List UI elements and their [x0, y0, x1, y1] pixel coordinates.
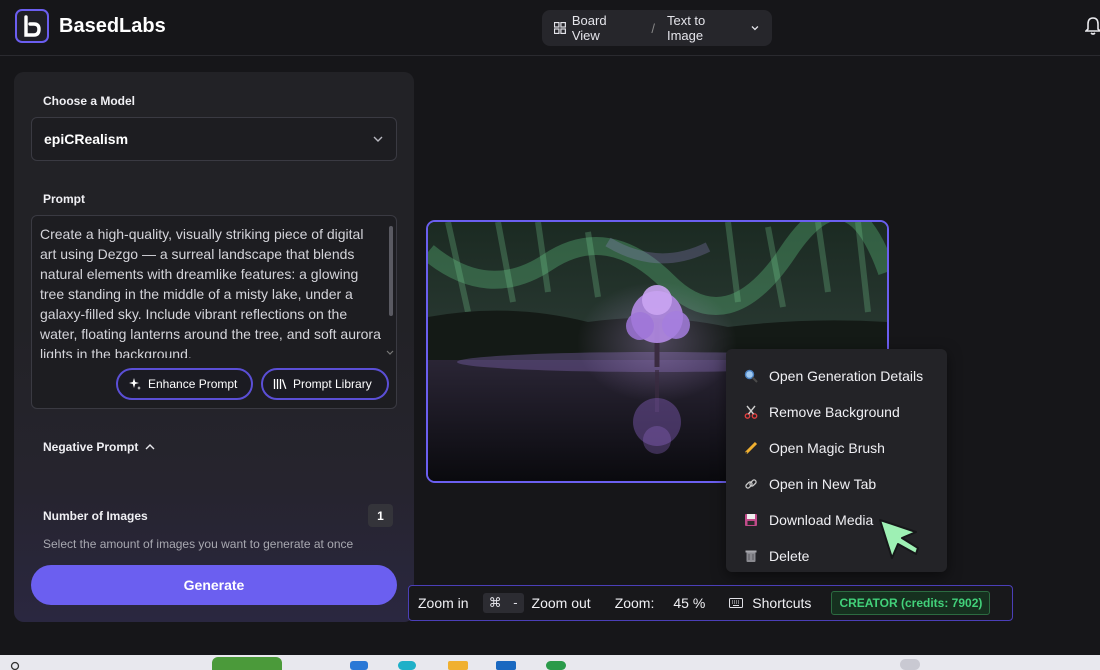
- zoom-value: 45 %: [673, 595, 706, 611]
- prompt-label: Prompt: [43, 192, 85, 206]
- enhance-prompt-label: Enhance Prompt: [148, 377, 238, 391]
- library-icon: [273, 379, 287, 390]
- prompt-library-button[interactable]: Prompt Library: [261, 368, 389, 400]
- creator-credits-badge[interactable]: CREATOR (credits: 7902): [831, 591, 991, 615]
- cmd-key-glyph: ⌘: [488, 595, 502, 610]
- board-view-button[interactable]: Board View: [554, 13, 637, 43]
- taskbar-app-icon[interactable]: [350, 661, 368, 670]
- model-select[interactable]: epiCRealism: [31, 117, 397, 161]
- chevron-up-icon: [145, 444, 155, 450]
- menu-item-label: Remove Background: [769, 404, 900, 420]
- board-view-label: Board View: [571, 13, 607, 43]
- bell-icon[interactable]: [1085, 16, 1100, 36]
- shortcuts-button[interactable]: Shortcuts: [729, 595, 811, 611]
- os-taskbar: [0, 655, 1100, 670]
- num-images-label: Number of Images: [43, 509, 148, 523]
- mouse-cursor-icon: [879, 519, 919, 559]
- prompt-library-label: Prompt Library: [293, 377, 372, 391]
- prompt-textarea[interactable]: Create a high-quality, visually striking…: [31, 215, 397, 409]
- weather-widget-icon[interactable]: [212, 657, 282, 670]
- notification-icon[interactable]: [900, 659, 920, 670]
- taskbar-app-icon[interactable]: [496, 661, 516, 670]
- chevron-down-icon: [751, 26, 759, 31]
- view-breadcrumb: Board View / Text to Image: [542, 10, 772, 46]
- enhance-prompt-button[interactable]: Enhance Prompt: [116, 368, 253, 400]
- search-icon[interactable]: [10, 661, 22, 670]
- menu-item-remove-background[interactable]: Remove Background: [726, 394, 947, 430]
- trash-icon: [743, 548, 759, 564]
- canvas-toolbar: Zoom in ⌘ - Zoom out Zoom: 45 % Shortcut…: [408, 585, 1013, 621]
- scissors-icon: [743, 404, 759, 420]
- taskbar-app-icon[interactable]: [448, 661, 468, 670]
- mode-label: Text to Image: [666, 13, 706, 43]
- app-name[interactable]: BasedLabs: [59, 15, 166, 38]
- num-images-helper: Select the amount of images you want to …: [43, 537, 354, 551]
- zoom-out-button[interactable]: Zoom out: [532, 595, 591, 611]
- model-label: Choose a Model: [43, 94, 136, 108]
- model-value: epiCRealism: [44, 131, 129, 147]
- chevron-down-icon: [373, 136, 383, 142]
- negative-prompt-label: Negative Prompt: [43, 440, 139, 454]
- prompt-text[interactable]: Create a high-quality, visually striking…: [40, 224, 382, 358]
- pencil-icon: [743, 440, 759, 456]
- breadcrumb-separator: /: [651, 20, 655, 36]
- menu-item-open-in-new-tab[interactable]: Open in New Tab: [726, 466, 947, 502]
- floppy-disk-icon: [743, 512, 759, 528]
- menu-item-label: Delete: [769, 548, 810, 564]
- menu-item-open-magic-brush[interactable]: Open Magic Brush: [726, 430, 947, 466]
- prompt-scrollbar[interactable]: [389, 226, 393, 316]
- mode-dropdown[interactable]: Text to Image: [667, 13, 760, 43]
- b-logo-glyph: [24, 15, 41, 37]
- negative-prompt-toggle[interactable]: Negative Prompt: [43, 440, 156, 454]
- zoom-label: Zoom:: [614, 595, 655, 611]
- keyboard-icon: [729, 598, 744, 608]
- menu-item-label: Open Generation Details: [769, 368, 924, 384]
- num-images-value[interactable]: 1: [368, 504, 393, 527]
- generate-button[interactable]: Generate: [31, 565, 397, 605]
- scroll-down-arrow-icon[interactable]: [386, 350, 394, 356]
- minus-key: -: [513, 595, 518, 610]
- sparkle-icon: [129, 378, 141, 390]
- logo-icon[interactable]: [15, 9, 49, 43]
- generation-panel: Choose a Model epiCRealism Prompt Create…: [14, 72, 414, 622]
- menu-item-label: Open Magic Brush: [769, 440, 885, 456]
- zoom-in-button[interactable]: Zoom in: [418, 595, 469, 611]
- menu-item-label: Open in New Tab: [769, 476, 877, 492]
- top-header: BasedLabs Board View / Text to Image: [0, 0, 1100, 56]
- cmd-key: ⌘ -: [482, 593, 524, 613]
- magnifier-icon: [743, 368, 759, 384]
- taskbar-app-icon[interactable]: [546, 661, 566, 670]
- menu-item-label: Download Media: [769, 512, 874, 528]
- taskbar-app-icon[interactable]: [398, 661, 416, 670]
- grid-icon: [554, 22, 566, 34]
- shortcuts-label: Shortcuts: [752, 595, 812, 611]
- menu-item-open-generation-details[interactable]: Open Generation Details: [726, 358, 947, 394]
- link-icon: [743, 476, 759, 492]
